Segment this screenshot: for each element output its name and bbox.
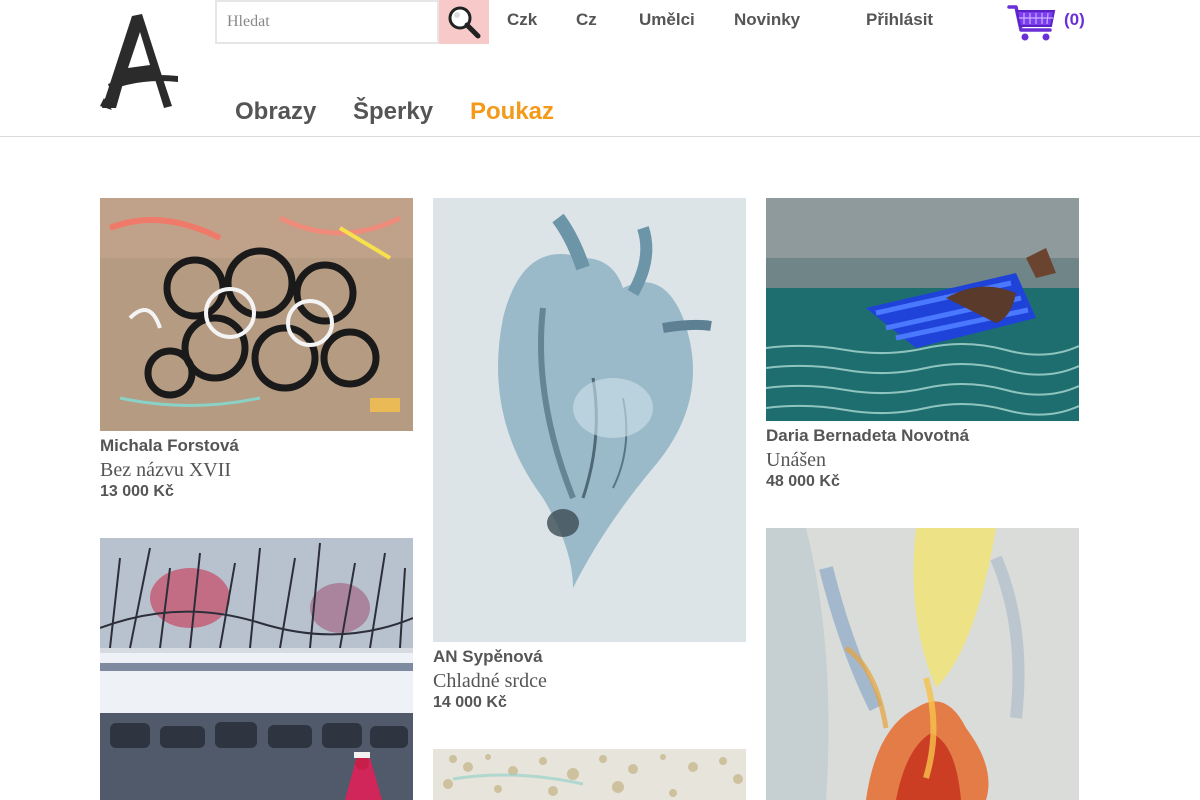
nav-artists[interactable]: Umělci <box>639 10 695 30</box>
nav-voucher[interactable]: Poukaz <box>470 98 554 126</box>
artwork-price: 14 000 Kč <box>433 694 507 711</box>
language-selector[interactable]: Cz <box>576 10 597 30</box>
currency-selector[interactable]: Czk <box>507 10 537 30</box>
search-button[interactable] <box>439 0 489 44</box>
nav-news[interactable]: Novinky <box>734 10 800 30</box>
artwork-title[interactable]: Bez názvu XVII <box>100 458 413 482</box>
artwork-price: 13 000 Kč <box>100 483 174 500</box>
site-header: Czk Cz Umělci Novinky Přihlásit (0) Obra… <box>0 0 1200 137</box>
product-card[interactable] <box>433 749 746 800</box>
artwork-title[interactable]: Unášen <box>766 448 1079 472</box>
search-icon <box>448 6 481 39</box>
nav-paintings[interactable]: Obrazy <box>235 98 316 126</box>
artwork-image[interactable] <box>766 198 1079 421</box>
cart-button[interactable]: (0) <box>1006 2 1088 44</box>
artwork-image[interactable] <box>766 528 1079 800</box>
artwork-image[interactable] <box>433 198 746 642</box>
site-logo[interactable] <box>98 10 182 114</box>
shopping-cart-icon <box>1007 5 1056 41</box>
search-input[interactable] <box>217 2 437 42</box>
cart-count: (0) <box>1064 10 1085 29</box>
artwork-image[interactable] <box>100 198 413 431</box>
product-card[interactable] <box>100 538 413 800</box>
artwork-image[interactable] <box>433 749 746 800</box>
product-card[interactable] <box>766 528 1079 800</box>
artist-name[interactable]: Daria Bernadeta Novotná <box>766 427 1079 445</box>
artist-name[interactable]: Michala Forstová <box>100 437 413 455</box>
product-card[interactable]: Daria Bernadeta Novotná Unášen 48 000 Kč <box>766 198 1079 491</box>
artwork-image[interactable] <box>100 538 413 800</box>
artwork-price: 48 000 Kč <box>766 473 840 490</box>
product-card[interactable]: AN Sypěnová Chladné srdce 14 000 Kč <box>433 198 746 712</box>
login-link[interactable]: Přihlásit <box>866 10 933 30</box>
artist-name[interactable]: AN Sypěnová <box>433 648 746 666</box>
search-field[interactable] <box>215 0 439 44</box>
nav-jewelry[interactable]: Šperky <box>353 98 433 126</box>
product-card[interactable]: Michala Forstová Bez názvu XVII 13 000 K… <box>100 198 413 501</box>
artwork-title[interactable]: Chladné srdce <box>433 669 746 693</box>
